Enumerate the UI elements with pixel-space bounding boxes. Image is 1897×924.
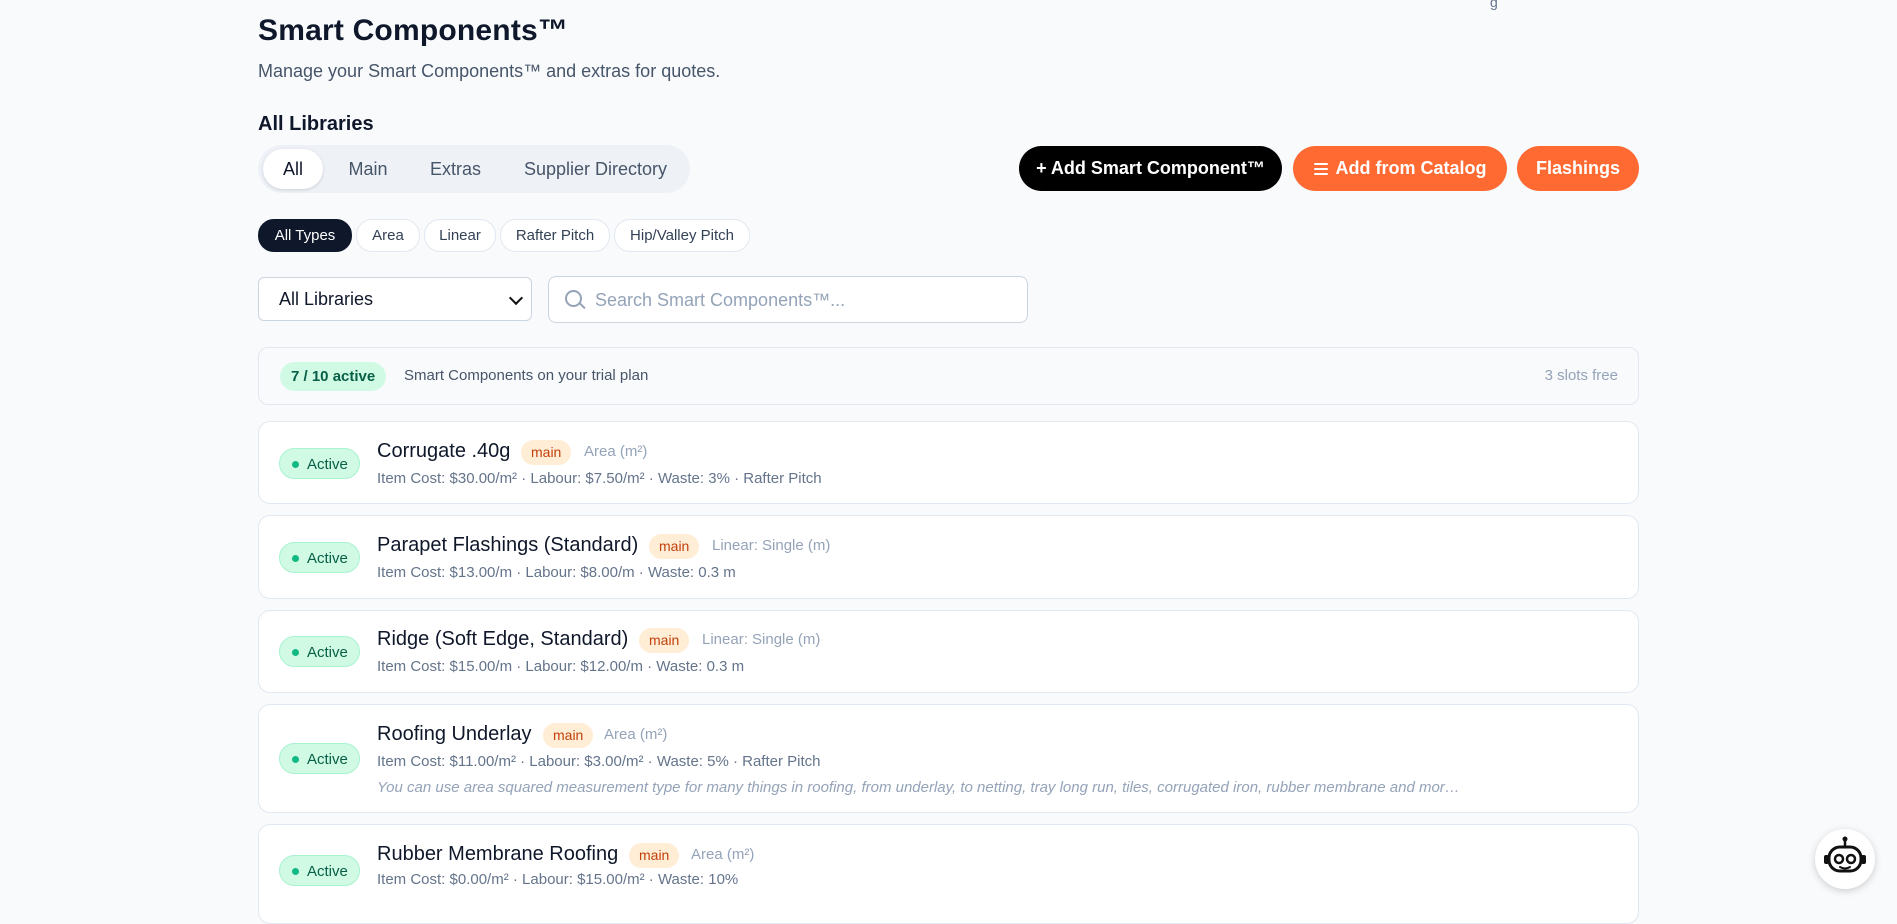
assistant-button[interactable] [1815, 829, 1875, 889]
plan-usage-banner: 7 / 10 active Smart Components on your t… [258, 347, 1639, 405]
library-tag: main [649, 534, 700, 559]
status-dot-icon [292, 649, 299, 656]
slots-free-text: 3 slots free [1544, 367, 1618, 384]
status-label: Active [307, 456, 348, 473]
chevron-down-icon [508, 290, 524, 306]
active-count-badge: 7 / 10 active [280, 362, 387, 391]
search-box [548, 276, 1028, 324]
component-card[interactable]: Active Roofing Underlay main Area (m²) I… [258, 704, 1639, 813]
status-label: Active [307, 644, 348, 661]
component-name: Rubber Membrane Roofing [377, 843, 619, 865]
component-name: Corrugate .40g [377, 440, 511, 462]
status-badge[interactable]: Active [279, 448, 360, 479]
status-badge[interactable]: Active [279, 855, 360, 886]
chip-area[interactable]: Area [356, 219, 420, 252]
component-meta: Item Cost: $15.00/m · Labour: $12.00/m ·… [377, 658, 745, 675]
status-dot-icon [292, 555, 299, 562]
add-from-catalog-label: Add from Catalog [1335, 158, 1487, 178]
tab-main[interactable]: Main [333, 149, 403, 189]
component-card[interactable]: Active Parapet Flashings (Standard) main… [258, 515, 1639, 599]
clipped-header-text: g [1490, 0, 1498, 10]
measurement-type: Linear: Single (m) [702, 631, 821, 648]
plan-text: Smart Components on your trial plan [404, 367, 649, 384]
status-dot-icon [292, 461, 299, 468]
measurement-type: Area (m²) [584, 443, 648, 460]
search-icon [565, 290, 582, 307]
status-badge[interactable]: Active [279, 743, 360, 774]
status-label: Active [307, 751, 348, 768]
chip-linear[interactable]: Linear [424, 219, 496, 252]
library-tag: main [543, 723, 594, 748]
status-label: Active [307, 863, 348, 880]
add-smart-component-button[interactable]: + Add Smart Component™ [1019, 146, 1282, 191]
component-card[interactable]: Active Corrugate .40g main Area (m²) Ite… [258, 421, 1639, 504]
page-title: Smart Components™ [258, 14, 569, 47]
library-tag: main [629, 843, 680, 868]
libraries-heading: All Libraries [258, 113, 374, 135]
status-badge[interactable]: Active [279, 542, 360, 573]
status-dot-icon [292, 868, 299, 875]
library-tag: main [521, 440, 572, 465]
component-meta: Item Cost: $30.00/m² · Labour: $7.50/m² … [377, 470, 822, 487]
status-badge[interactable]: Active [279, 636, 360, 667]
component-card[interactable]: Active Rubber Membrane Roofing main Area… [258, 824, 1639, 924]
list-icon [1313, 163, 1328, 175]
chip-all-types[interactable]: All Types [258, 219, 352, 252]
status-label: Active [307, 550, 348, 567]
component-meta: Item Cost: $11.00/m² · Labour: $3.00/m² … [377, 753, 821, 770]
measurement-type: Linear: Single (m) [712, 537, 831, 554]
status-dot-icon [292, 756, 299, 763]
robot-icon [1824, 836, 1866, 873]
measurement-type: Area (m²) [691, 846, 755, 863]
library-tag: main [639, 628, 690, 653]
tab-all[interactable]: All [263, 149, 323, 189]
component-description: You can use area squared measurement typ… [377, 779, 1460, 796]
library-tabs: All Main Extras Supplier Directory [258, 145, 690, 193]
component-card[interactable]: Active Ridge (Soft Edge, Standard) main … [258, 610, 1639, 693]
tab-extras[interactable]: Extras [413, 149, 498, 189]
search-input[interactable] [593, 277, 1017, 324]
flashings-button[interactable]: Flashings [1517, 146, 1639, 191]
tab-supplier-directory[interactable]: Supplier Directory [508, 149, 683, 189]
library-select-value: All Libraries [279, 289, 374, 309]
chip-hip-valley-pitch[interactable]: Hip/Valley Pitch [614, 219, 750, 252]
component-name: Ridge (Soft Edge, Standard) [377, 628, 629, 650]
library-select[interactable]: All Libraries [258, 277, 532, 321]
component-meta: Item Cost: $13.00/m · Labour: $8.00/m · … [377, 564, 736, 581]
page-subtitle: Manage your Smart Components™ and extras… [258, 61, 721, 81]
measurement-type: Area (m²) [604, 726, 668, 743]
component-name: Parapet Flashings (Standard) [377, 534, 639, 556]
component-meta: Item Cost: $0.00/m² · Labour: $15.00/m² … [377, 871, 739, 888]
component-name: Roofing Underlay [377, 723, 532, 745]
add-from-catalog-button[interactable]: Add from Catalog [1293, 146, 1507, 191]
chip-rafter-pitch[interactable]: Rafter Pitch [500, 219, 610, 252]
